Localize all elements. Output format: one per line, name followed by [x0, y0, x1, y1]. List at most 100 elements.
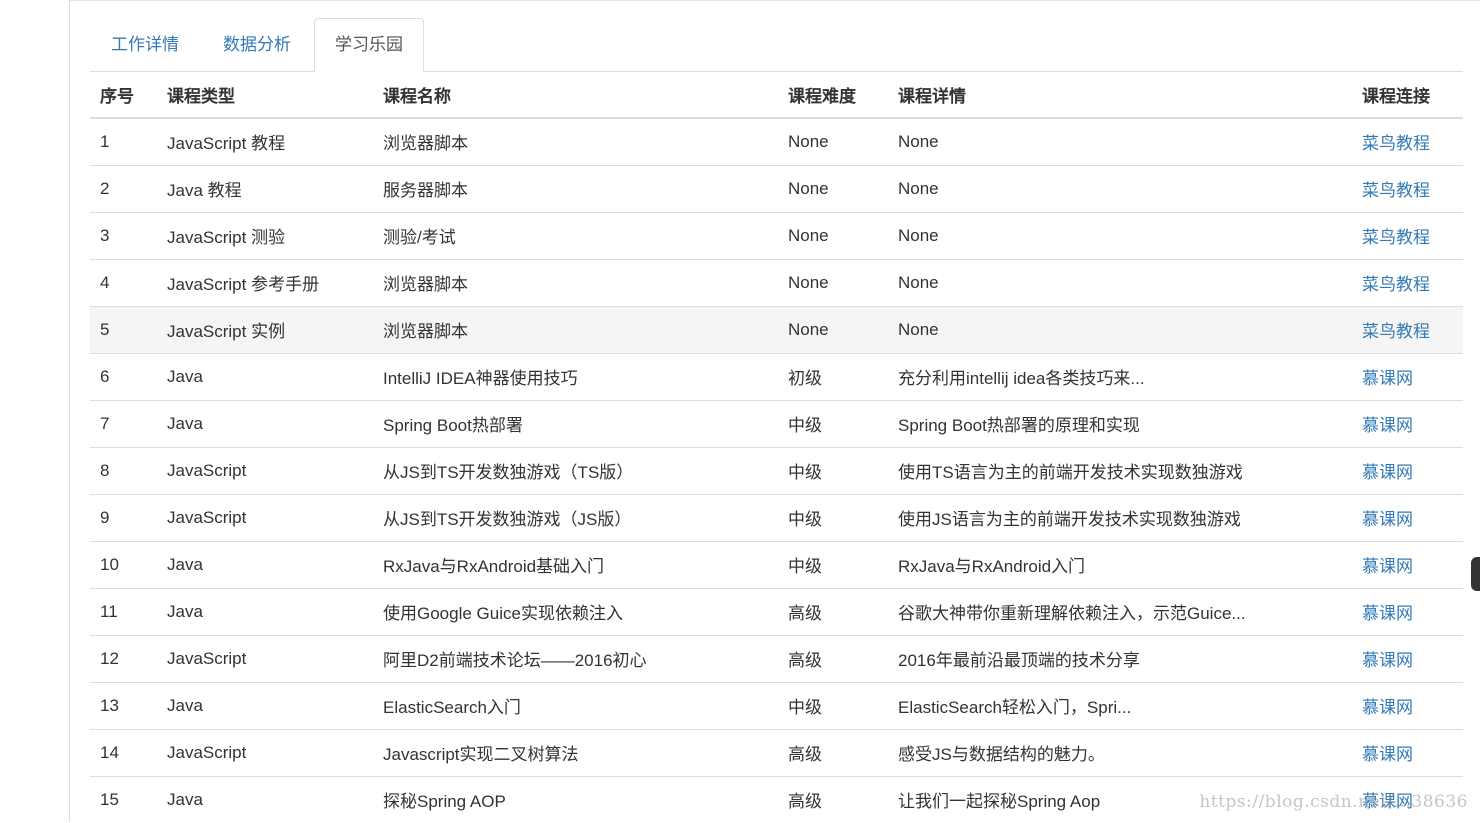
course-link[interactable]: 菜鸟教程 — [1362, 322, 1430, 341]
cell-course-level: None — [778, 164, 888, 212]
cell-course-detail: ElasticSearch轻松入门，Spri... — [888, 681, 1352, 729]
table-row: 3 JavaScript 测验 测验/考试 None None 菜鸟教程 — [90, 211, 1463, 259]
cell-course-name: 使用Google Guice实现依赖注入 — [373, 587, 778, 635]
table-row: 12 JavaScript 阿里D2前端技术论坛——2016初心 高级 2016年最前沿… — [90, 634, 1463, 682]
table-row: 10 Java RxJava与RxAndroid基础入门 中级 RxJava与RxAnd… — [90, 540, 1463, 588]
cell-course-link: 慕课网 — [1352, 587, 1463, 635]
header-index: 序号 — [90, 72, 157, 119]
cell-course-detail: Spring Boot热部署的原理和实现 — [888, 399, 1352, 447]
table-row: 11 Java 使用Google Guice实现依赖注入 高级 谷歌大神带你重新理解依赖… — [90, 587, 1463, 635]
course-link[interactable]: 菜鸟教程 — [1362, 228, 1430, 247]
cell-course-name: 测验/考试 — [373, 211, 778, 259]
scroll-handle[interactable] — [1471, 557, 1480, 591]
top-divider — [70, 0, 1480, 1]
cell-course-level: None — [778, 258, 888, 306]
cell-course-type: JavaScript 实例 — [157, 305, 373, 353]
cell-course-type: JavaScript — [157, 634, 373, 682]
header-course-name: 课程名称 — [373, 72, 778, 119]
course-link[interactable]: 慕课网 — [1362, 557, 1413, 576]
cell-index: 11 — [90, 587, 157, 635]
cell-course-detail: 使用TS语言为主的前端开发技术实现数独游戏 — [888, 446, 1352, 494]
course-table: 序号 课程类型 课程名称 课程难度 课程详情 课程连接 1 JavaScript … — [90, 72, 1463, 823]
cell-index: 10 — [90, 540, 157, 588]
cell-course-type: JavaScript — [157, 446, 373, 494]
course-link[interactable]: 慕课网 — [1362, 510, 1413, 529]
cell-course-name: 服务器脚本 — [373, 164, 778, 212]
course-link[interactable]: 慕课网 — [1362, 792, 1413, 811]
tab-data-analysis[interactable]: 数据分析 — [202, 18, 312, 71]
cell-course-name: ElasticSearch入门 — [373, 681, 778, 729]
cell-course-link: 慕课网 — [1352, 352, 1463, 400]
cell-course-name: 探秘Spring AOP — [373, 775, 778, 823]
cell-course-type: JavaScript 测验 — [157, 211, 373, 259]
cell-course-name: Spring Boot热部署 — [373, 399, 778, 447]
cell-course-detail: None — [888, 164, 1352, 212]
cell-course-name: 浏览器脚本 — [373, 258, 778, 306]
cell-course-level: 中级 — [778, 446, 888, 494]
course-link[interactable]: 慕课网 — [1362, 463, 1413, 482]
header-row: 序号 课程类型 课程名称 课程难度 课程详情 课程连接 — [90, 72, 1463, 119]
tab-work-details[interactable]: 工作详情 — [90, 18, 200, 71]
table-row: 15 Java 探秘Spring AOP 高级 让我们一起探秘Spring Aop 慕课网 — [90, 775, 1463, 823]
cell-course-link: 菜鸟教程 — [1352, 211, 1463, 259]
cell-course-detail: 谷歌大神带你重新理解依赖注入，示范Guice... — [888, 587, 1352, 635]
cell-index: 14 — [90, 728, 157, 776]
course-link[interactable]: 慕课网 — [1362, 745, 1413, 764]
table-row: 7 Java Spring Boot热部署 中级 Spring Boot热部署的原理和实… — [90, 399, 1463, 447]
page-container: 工作详情 数据分析 学习乐园 序号 课程类型 课程名称 课程难度 课程详情 课程… — [69, 0, 1480, 823]
cell-index: 6 — [90, 352, 157, 400]
cell-index: 3 — [90, 211, 157, 259]
table-body: 1 JavaScript 教程 浏览器脚本 None None 菜鸟教程 2 Java 教程服… — [90, 117, 1463, 823]
cell-course-detail: None — [888, 258, 1352, 306]
course-link[interactable]: 慕课网 — [1362, 604, 1413, 623]
cell-course-type: JavaScript — [157, 728, 373, 776]
tab-bar: 工作详情 数据分析 学习乐园 — [90, 18, 1463, 72]
header-course-level: 课程难度 — [778, 72, 888, 119]
course-link[interactable]: 菜鸟教程 — [1362, 275, 1430, 294]
cell-course-detail: None — [888, 117, 1352, 165]
table-row: 1 JavaScript 教程 浏览器脚本 None None 菜鸟教程 — [90, 117, 1463, 165]
course-link[interactable]: 慕课网 — [1362, 698, 1413, 717]
header-course-type: 课程类型 — [157, 72, 373, 119]
cell-course-level: 中级 — [778, 540, 888, 588]
header-course-detail: 课程详情 — [888, 72, 1352, 119]
cell-course-link: 慕课网 — [1352, 775, 1463, 823]
table-row: 14 JavaScript Javascript实现二叉树算法 高级 感受JS与数据结构… — [90, 728, 1463, 776]
cell-index: 12 — [90, 634, 157, 682]
cell-course-link: 菜鸟教程 — [1352, 117, 1463, 165]
table-row: 4 JavaScript 参考手册 浏览器脚本 None None 菜鸟教程 — [90, 258, 1463, 306]
cell-course-name: 从JS到TS开发数独游戏（JS版） — [373, 493, 778, 541]
cell-course-name: IntelliJ IDEA神器使用技巧 — [373, 352, 778, 400]
cell-course-type: Java — [157, 399, 373, 447]
cell-index: 5 — [90, 305, 157, 353]
cell-course-name: 浏览器脚本 — [373, 305, 778, 353]
cell-course-name: Javascript实现二叉树算法 — [373, 728, 778, 776]
cell-course-type: Java — [157, 352, 373, 400]
cell-course-type: Java — [157, 540, 373, 588]
cell-course-level: 高级 — [778, 587, 888, 635]
cell-course-link: 慕课网 — [1352, 634, 1463, 682]
course-link[interactable]: 菜鸟教程 — [1362, 181, 1430, 200]
cell-course-link: 慕课网 — [1352, 446, 1463, 494]
cell-course-type: JavaScript 教程 — [157, 117, 373, 165]
course-link[interactable]: 慕课网 — [1362, 651, 1413, 670]
cell-course-name: 浏览器脚本 — [373, 117, 778, 165]
course-link[interactable]: 慕课网 — [1362, 416, 1413, 435]
cell-course-link: 菜鸟教程 — [1352, 258, 1463, 306]
cell-course-type: JavaScript 参考手册 — [157, 258, 373, 306]
table-row: 13 Java ElasticSearch入门 中级 ElasticSearch轻松入门… — [90, 681, 1463, 729]
table-row: 2 Java 教程 服务器脚本 None None 菜鸟教程 — [90, 164, 1463, 212]
cell-index: 2 — [90, 164, 157, 212]
cell-course-level: 高级 — [778, 634, 888, 682]
cell-course-type: Java 教程 — [157, 164, 373, 212]
cell-course-level: 高级 — [778, 775, 888, 823]
course-link[interactable]: 慕课网 — [1362, 369, 1413, 388]
course-link[interactable]: 菜鸟教程 — [1362, 134, 1430, 153]
tab-learning-park[interactable]: 学习乐园 — [314, 18, 424, 72]
cell-index: 9 — [90, 493, 157, 541]
cell-course-detail: None — [888, 305, 1352, 353]
cell-course-level: 中级 — [778, 681, 888, 729]
cell-course-detail: RxJava与RxAndroid入门 — [888, 540, 1352, 588]
cell-index: 13 — [90, 681, 157, 729]
cell-course-link: 慕课网 — [1352, 728, 1463, 776]
